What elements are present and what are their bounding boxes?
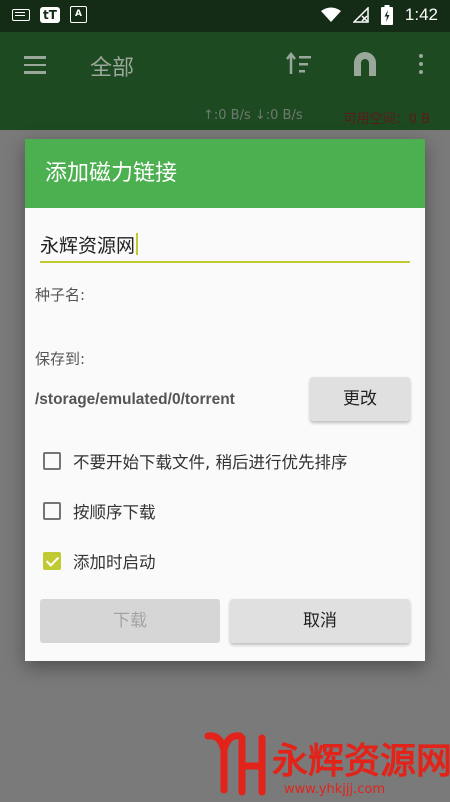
checkbox-start-on-add[interactable]: [43, 552, 61, 570]
transfer-speed: ↑:0 B/s ↓:0 B/s: [203, 108, 303, 123]
option-label: 按顺序下载: [73, 503, 156, 522]
battery-icon: [380, 5, 393, 25]
sort-icon[interactable]: [286, 52, 314, 76]
checkbox-sequential-download[interactable]: [43, 502, 61, 520]
add-magnet-dialog: 添加磁力链接 永辉资源网 种子名: 保存到: /storage/emulated…: [25, 139, 425, 661]
menu-icon[interactable]: [24, 56, 46, 79]
tt-app-icon: tT: [40, 6, 60, 23]
dialog-title: 添加磁力链接: [25, 139, 425, 208]
magnet-link-input[interactable]: 永辉资源网: [40, 227, 410, 263]
wifi-icon: [320, 7, 341, 22]
watermark-url: www.yhkjjj.com: [284, 782, 386, 797]
status-bar: tT A 1:42: [0, 0, 450, 32]
option-label: 不要开始下载文件, 稍后进行优先排序: [73, 453, 348, 472]
save-path: /storage/emulated/0/torrent: [35, 391, 235, 408]
app-toolbar: 全部 ↑:0 B/s ↓:0 B/s 可用空间：0 B: [0, 32, 450, 130]
status-right-icons: 1:42: [320, 5, 438, 25]
watermark-logo-icon: [204, 732, 266, 796]
watermark: 永辉资源网 www.yhkjjj.com: [202, 728, 450, 802]
toolbar-title: 全部: [90, 56, 135, 81]
no-signal-icon: [352, 7, 369, 23]
a-app-icon: A: [69, 6, 87, 23]
option-start-on-add[interactable]: 添加时启动: [43, 549, 156, 573]
watermark-text: 永辉资源网: [272, 741, 450, 782]
option-defer-download[interactable]: 不要开始下载文件, 稍后进行优先排序: [43, 449, 348, 473]
magnet-icon[interactable]: [352, 50, 378, 78]
download-button[interactable]: 下载: [40, 599, 220, 643]
change-path-button[interactable]: 更改: [310, 377, 410, 421]
checkbox-defer-download[interactable]: [43, 452, 61, 470]
magnet-link-value: 永辉资源网: [40, 234, 136, 257]
status-time: 1:42: [404, 5, 438, 24]
more-vert-icon[interactable]: [419, 54, 423, 78]
speed-row: ↑:0 B/s ↓:0 B/s 可用空间：0 B: [0, 108, 440, 128]
cancel-button[interactable]: 取消: [230, 599, 410, 643]
option-label: 添加时启动: [73, 553, 156, 572]
free-space: 可用空间：0 B: [343, 112, 430, 127]
seed-name-label: 种子名:: [35, 286, 86, 304]
status-left-icons: tT A: [12, 6, 87, 23]
option-sequential-download[interactable]: 按顺序下载: [43, 499, 156, 523]
text-caret: [136, 233, 139, 255]
save-to-label: 保存到:: [35, 350, 86, 368]
keyboard-icon: [12, 8, 30, 21]
